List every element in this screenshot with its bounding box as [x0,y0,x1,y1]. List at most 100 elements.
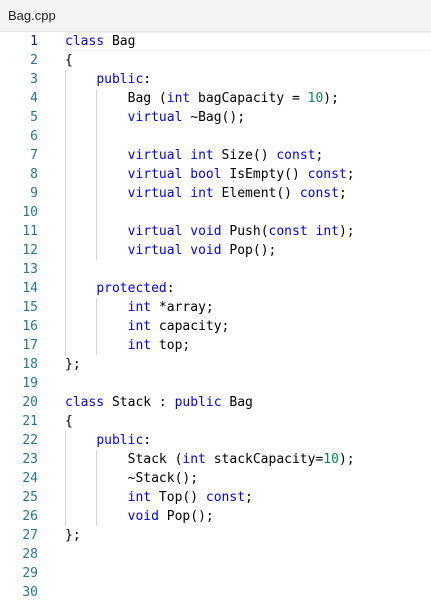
code-line[interactable]: int Top() const; [65,488,253,507]
code-token: const [299,186,339,201]
code-token: public [174,395,222,410]
code-line[interactable]: int *array; [65,298,214,317]
code-token: Top() [151,490,206,505]
code-token: { [65,53,73,68]
tab-bar: Bag.cpp [0,0,431,32]
code-line[interactable]: public: [65,431,151,450]
line-number: 7 [30,148,38,163]
code-line[interactable]: virtual ~Bag(); [65,108,245,127]
code-token: int [182,452,206,467]
code-token: int [166,91,191,106]
code-token: virtual [127,148,183,163]
line-number: 13 [22,262,38,277]
indent-guide [96,298,97,355]
code-token: ; [346,167,355,182]
line-number: 14 [22,281,38,296]
line-number: 20 [22,395,38,410]
line-number: 16 [22,319,38,334]
line-number: 26 [22,509,38,524]
code-token: public [96,72,144,87]
line-number: 15 [22,300,38,315]
code-area[interactable]: class Bag { public: Bag (int bagCapacity … [65,32,431,604]
code-token: : [166,281,175,296]
code-token: public [96,433,144,448]
code-line[interactable]: }; [65,526,81,545]
code-token: top; [151,338,191,353]
code-token: const [307,167,347,182]
indent-guide [65,431,66,526]
code-editor[interactable]: 1 2 3 4 5 6 7 8 9 10 11 12 13 14 15 16 17 18 19 20 21 22 23 24 2… [0,32,431,604]
code-token: capacity; [151,319,230,334]
line-number: 6 [30,129,38,144]
code-token: : [143,433,152,448]
code-token: void [127,509,159,524]
code-token: ; [245,490,253,505]
code-line[interactable]: { [65,51,73,70]
code-line[interactable]: int capacity; [65,317,230,336]
code-token: virtual [127,224,183,239]
code-token: ; [315,148,324,163]
code-token: Stack ( [65,452,183,467]
line-number: 11 [22,224,38,239]
code-token: const [205,490,246,505]
line-number: 4 [30,91,38,106]
line-number: 5 [30,110,38,125]
code-token: : [143,72,152,87]
code-token: int [127,319,152,334]
code-line[interactable]: class Stack : public Bag [65,393,253,412]
code-token: Bag [104,34,136,49]
code-token: void [190,243,222,258]
code-line[interactable]: protected: [65,279,175,298]
code-token: ~Stack(); [65,471,199,486]
code-token: virtual [127,243,183,258]
code-token: Push( [221,224,269,239]
line-number: 29 [22,566,38,581]
line-number: 22 [22,433,38,448]
code-token: 10 [307,91,324,106]
code-token: Pop(); [221,243,277,258]
code-line[interactable]: virtual int Size() const; [65,146,324,165]
code-token: int [190,148,214,163]
code-line[interactable]: { [65,412,73,431]
code-line[interactable]: public: [65,70,151,89]
code-line[interactable]: virtual int Element() const; [65,184,347,203]
code-line[interactable]: virtual void Push(const int); [65,222,355,241]
line-number: 17 [22,338,38,353]
code-token: bagCapacity = [190,91,308,106]
line-number: 27 [22,528,38,543]
code-line[interactable]: ~Stack(); [65,469,198,488]
code-token: ; [338,186,347,201]
line-number: 3 [30,72,38,87]
line-number: 25 [22,490,38,505]
code-token: int [190,186,214,201]
file-tab[interactable]: Bag.cpp [0,0,64,31]
line-number: 21 [22,414,38,429]
code-line[interactable]: virtual bool IsEmpty() const; [65,165,355,184]
code-token: Element() [213,186,300,201]
indent-guide [65,70,66,355]
code-token: const [276,148,316,163]
indent-guide [96,450,97,526]
code-line[interactable]: void Pop(); [65,507,214,526]
code-line[interactable]: Bag (int bagCapacity = 10); [65,89,339,108]
code-token: Pop(); [158,509,214,524]
code-line[interactable]: Stack (int stackCapacity=10); [65,450,355,469]
code-token: int [127,300,152,315]
line-number: 24 [22,471,38,486]
code-token: class [65,34,105,49]
code-line[interactable]: class Bag [65,32,135,51]
code-token: }; [65,528,81,543]
code-line[interactable]: }; [65,355,81,374]
line-number: 8 [30,167,38,182]
line-number: 1 [30,34,38,49]
code-token: class [65,395,105,410]
code-token: int [127,338,152,353]
line-number: 12 [22,243,38,258]
line-number: 28 [22,547,38,562]
code-line[interactable]: int top; [65,336,191,355]
code-token: void [190,224,222,239]
